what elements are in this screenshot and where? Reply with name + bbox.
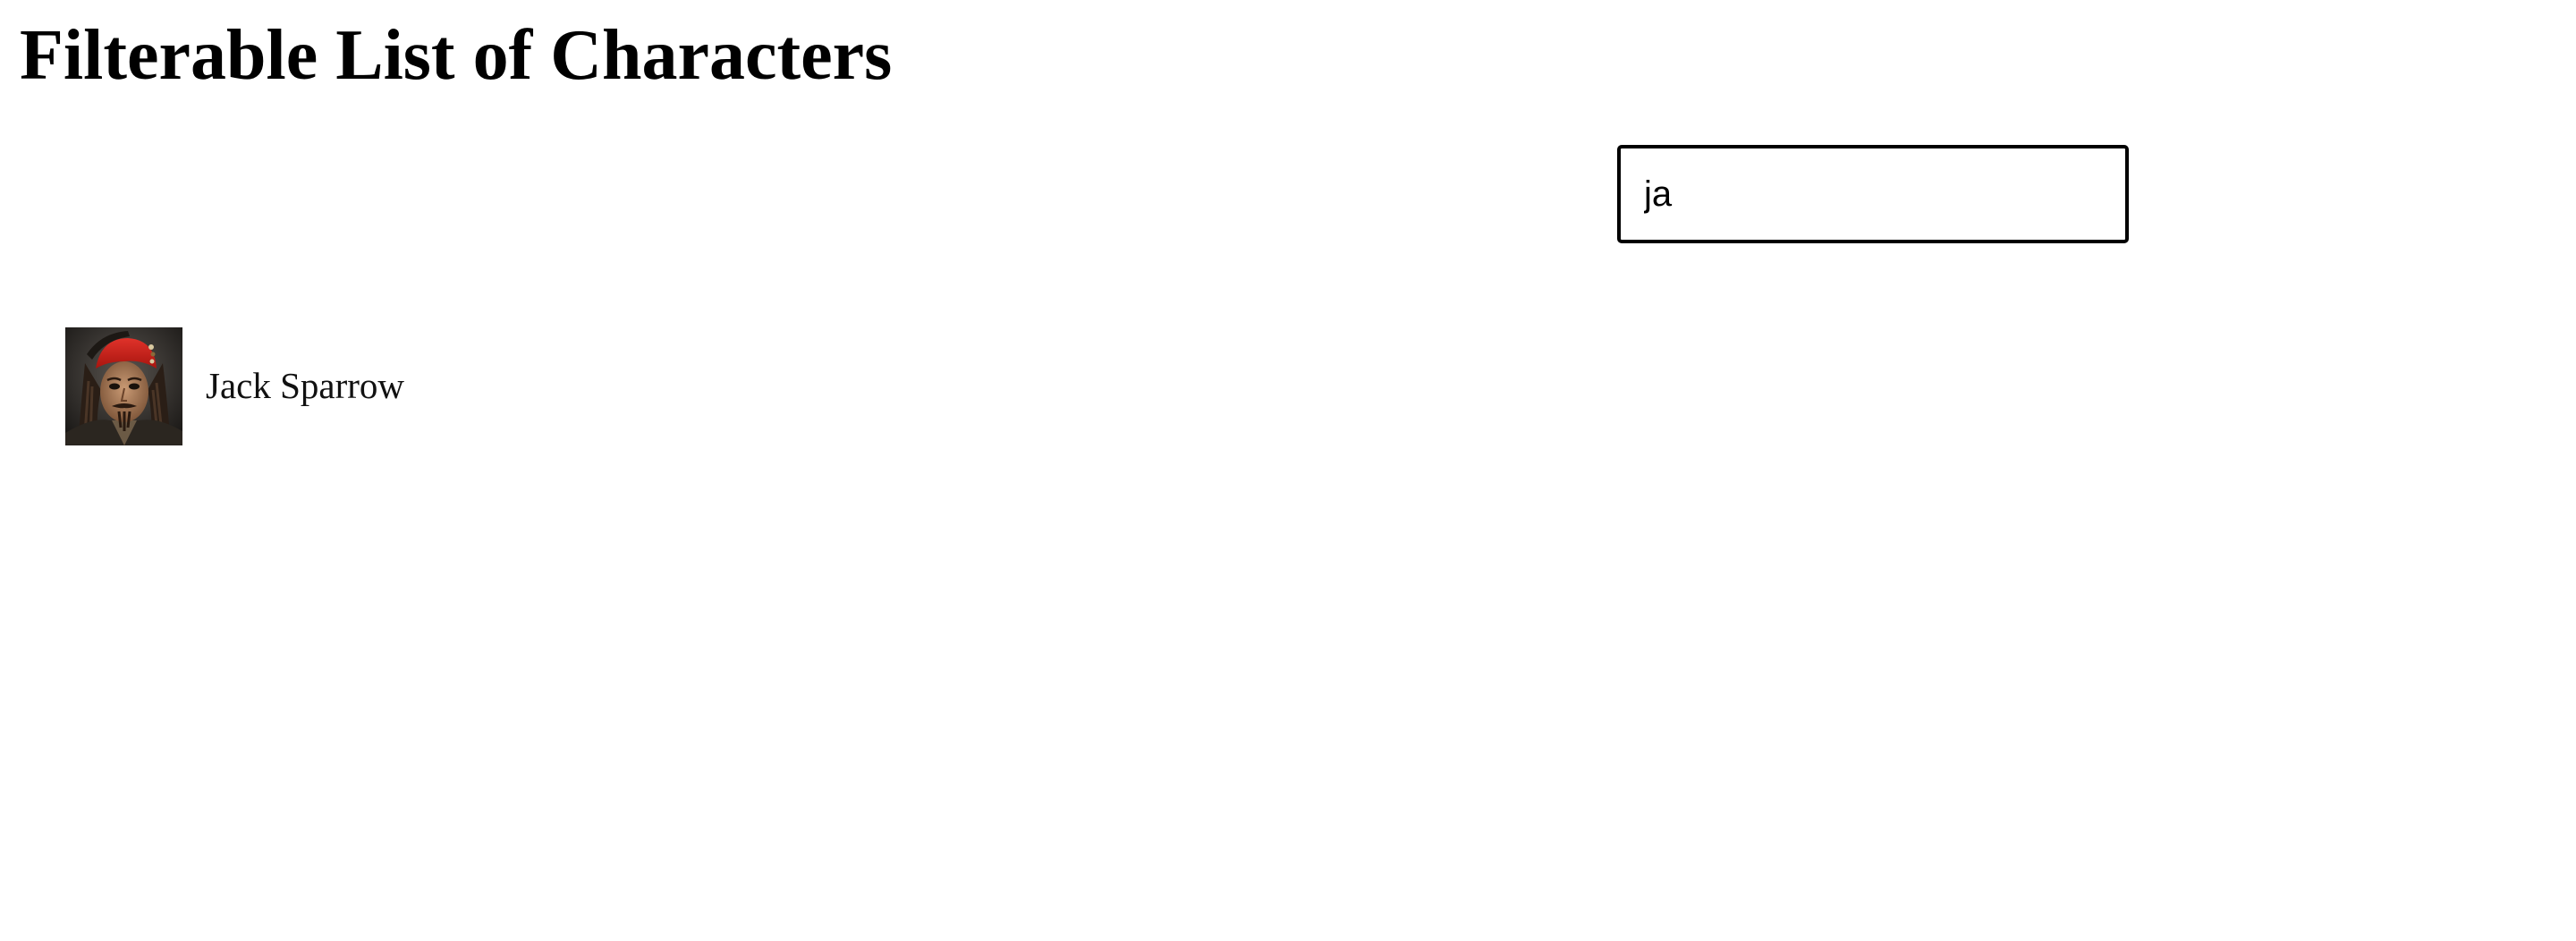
character-name: Jack Sparrow [206,365,405,406]
character-list: Jack Sparrow [0,327,537,445]
page-title: Filterable List of Characters [20,16,893,95]
list-item: Jack Sparrow [0,327,537,445]
avatar [65,327,182,445]
search-input[interactable] [1617,145,2129,243]
